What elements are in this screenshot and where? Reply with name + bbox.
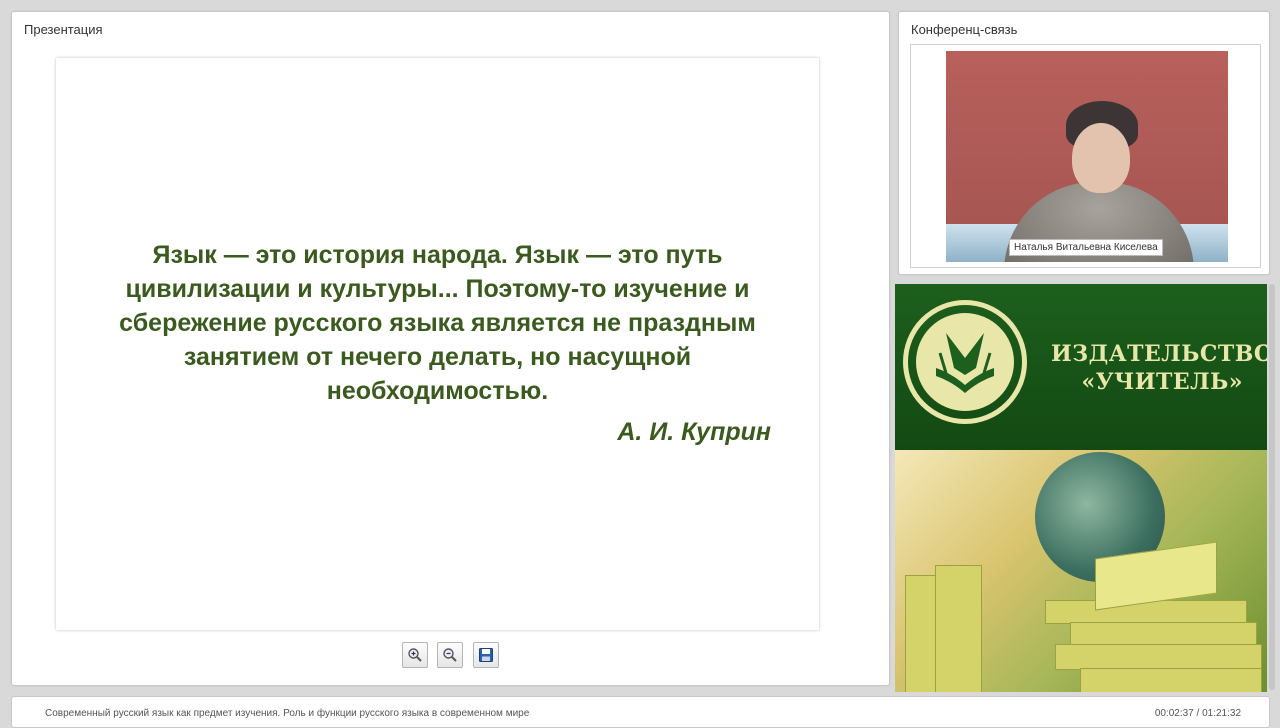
slide-quote: Язык — это история народа. Язык — это пу… [119,241,756,405]
brand-line-1: ИЗДАТЕЛЬСТВО [1051,341,1267,367]
book-stack [1080,668,1262,692]
conference-panel: Конференц-связь Наталья Витальевна Кисел… [898,11,1270,275]
conference-title: Конференц-связь [911,22,1018,37]
save-button[interactable] [472,642,499,668]
playback-timer: 00:02:37 / 01:21:32 [1154,708,1241,719]
publisher-banner: ИЗДАТЕЛЬСТВО «УЧИТЕЛЬ» [895,284,1267,692]
lecture-title: Современный русский язык как предмет изу… [45,708,530,719]
save-icon [478,648,493,662]
book-stack [1070,622,1257,646]
presenter-name-tag: Наталья Витальевна Киселева [1009,239,1163,256]
brand-line-2: «УЧИТЕЛЬ» [1081,369,1243,395]
video-frame: Наталья Витальевна Киселева [910,44,1261,268]
book-stack [935,565,982,692]
banner-header: ИЗДАТЕЛЬСТВО «УЧИТЕЛЬ» [895,284,1267,450]
banner-illustration [895,450,1267,692]
presenter-face [1072,123,1130,193]
book-logo-icon [936,333,994,393]
book-stack [1045,600,1247,624]
presentation-panel: Презентация Язык — это история народа. Я… [11,11,890,686]
zoom-in-icon [408,648,422,662]
publisher-brand: ИЗДАТЕЛЬСТВО «УЧИТЕЛЬ» [1051,340,1267,396]
zoom-in-button[interactable] [402,642,428,668]
presenter-video[interactable]: Наталья Витальевна Киселева [946,51,1228,262]
publisher-logo-inner [916,313,1014,411]
zoom-out-button[interactable] [437,642,464,668]
presentation-slide: Язык — это история народа. Язык — это пу… [56,58,819,630]
publisher-logo [903,300,1027,424]
bottom-bar: Современный русский язык как предмет изу… [11,696,1270,728]
zoom-out-icon [443,648,458,662]
right-scrollbar[interactable] [1269,284,1275,690]
book-stack [1055,644,1262,670]
slide-toolbar [402,642,504,670]
slide-author: А. И. Куприн [617,418,771,446]
presentation-title: Презентация [24,22,103,37]
